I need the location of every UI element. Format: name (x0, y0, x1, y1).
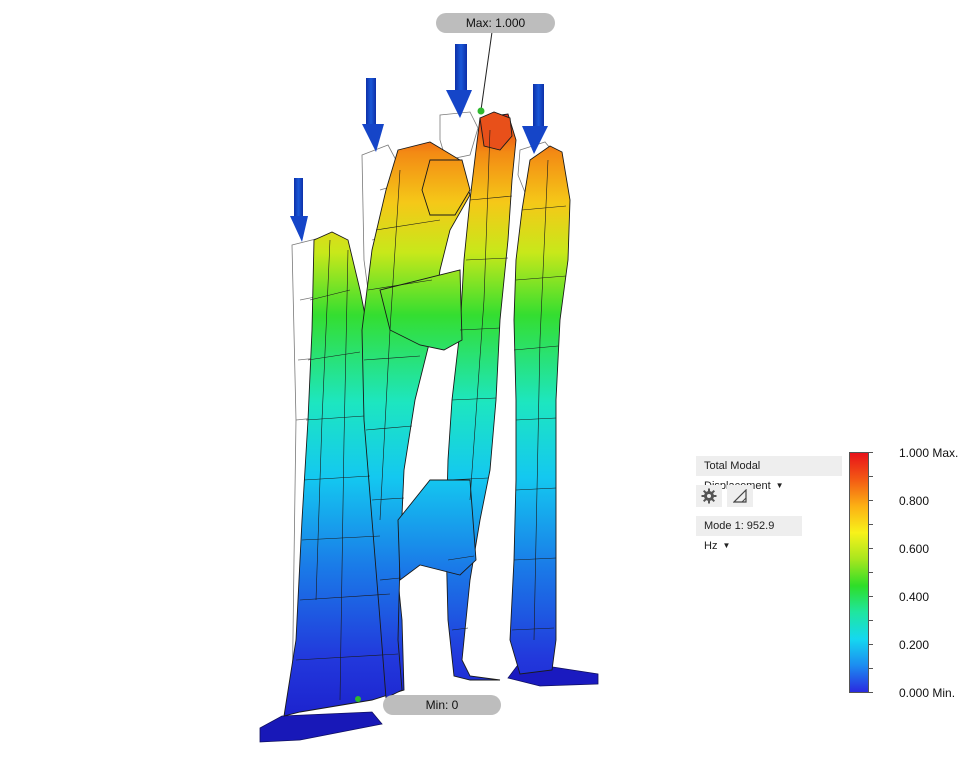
max-value-callout[interactable]: Max: 1.000 (436, 13, 555, 33)
chevron-down-icon: ▼ (775, 481, 784, 490)
load-arrow (290, 178, 308, 242)
legend-tick (869, 476, 873, 477)
chevron-down-icon: ▼ (722, 541, 731, 550)
legend-tick (869, 452, 873, 453)
gear-icon (701, 488, 717, 504)
right-outer-pillar (509, 145, 571, 675)
legend-tick (869, 596, 873, 597)
min-value-callout[interactable]: Min: 0 (383, 695, 501, 715)
legend-tick (869, 548, 873, 549)
settings-button[interactable] (696, 485, 722, 507)
color-legend-bar (849, 452, 869, 693)
lower-crossbar (397, 479, 477, 581)
legend-tick (869, 572, 873, 573)
max-leader-line (480, 31, 493, 111)
legend-tick (869, 692, 873, 693)
deformation-triangle-icon (733, 489, 747, 503)
legend-label-min: 0.000 Min. (899, 686, 956, 700)
load-arrow (362, 78, 384, 152)
legend-tick (869, 524, 873, 525)
legend-tick (869, 620, 873, 621)
result-type-dropdown[interactable]: Total Modal Displacement▼ (696, 456, 842, 492)
legend-tick (869, 644, 873, 645)
model-viewport[interactable] (0, 0, 970, 761)
legend-label: 0.400 (899, 590, 930, 604)
legend-label: 0.800 (899, 494, 930, 508)
load-arrow (446, 44, 472, 118)
min-probe-marker[interactable] (355, 696, 361, 702)
deformation-scale-button[interactable] (727, 485, 753, 507)
legend-label: 0.600 (899, 542, 930, 556)
mode-dropdown[interactable]: Mode 1: 952.9 Hz ▼ (696, 516, 802, 552)
legend-label: 0.200 (899, 638, 930, 652)
base-foot (259, 711, 383, 743)
legend-tick (869, 500, 873, 501)
deformed-model (283, 111, 571, 717)
legend-tick (869, 668, 873, 669)
legend-label-max: 1.000 Max. (899, 446, 959, 460)
load-arrow (522, 84, 548, 154)
max-probe-marker[interactable] (477, 107, 485, 115)
